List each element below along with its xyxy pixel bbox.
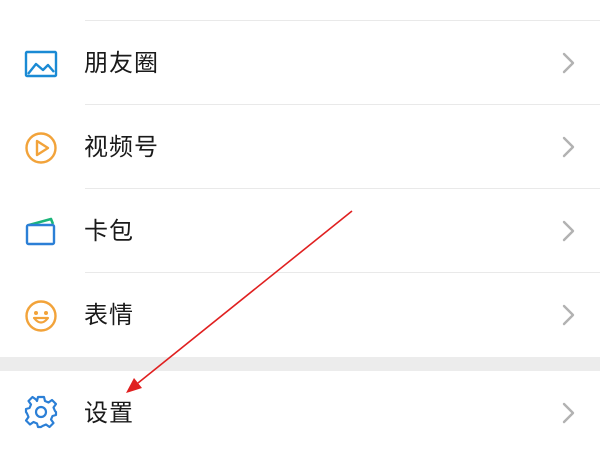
menu-item-label: 视频号 <box>84 133 159 161</box>
menu-item-label: 表情 <box>84 301 134 329</box>
menu-item-moments[interactable]: 朋友圈 <box>0 21 600 105</box>
menu-item-stickers[interactable]: 表情 <box>0 273 600 357</box>
gear-icon <box>22 393 60 431</box>
chevron-right-icon <box>558 401 578 425</box>
settings-row[interactable]: 设置 <box>0 371 600 455</box>
chevron-right-icon <box>558 51 578 75</box>
menu-item-channels[interactable]: 视频号 <box>0 105 600 189</box>
card-wallet-icon <box>22 213 60 251</box>
channels-play-icon <box>22 129 60 167</box>
settings-label: 设置 <box>84 399 134 427</box>
moments-image-icon <box>22 45 60 83</box>
section-separator <box>0 357 600 371</box>
sticker-smile-icon <box>22 297 60 335</box>
chevron-right-icon <box>558 219 578 243</box>
menu-item-wallet[interactable]: 卡包 <box>0 189 600 273</box>
menu-item-label: 朋友圈 <box>84 49 159 77</box>
chevron-right-icon <box>558 135 578 159</box>
menu-item-label: 卡包 <box>84 217 134 245</box>
chevron-right-icon <box>558 303 578 327</box>
me-page-menu: 朋友圈 视频号 卡包 表情 设置 <box>0 0 600 455</box>
